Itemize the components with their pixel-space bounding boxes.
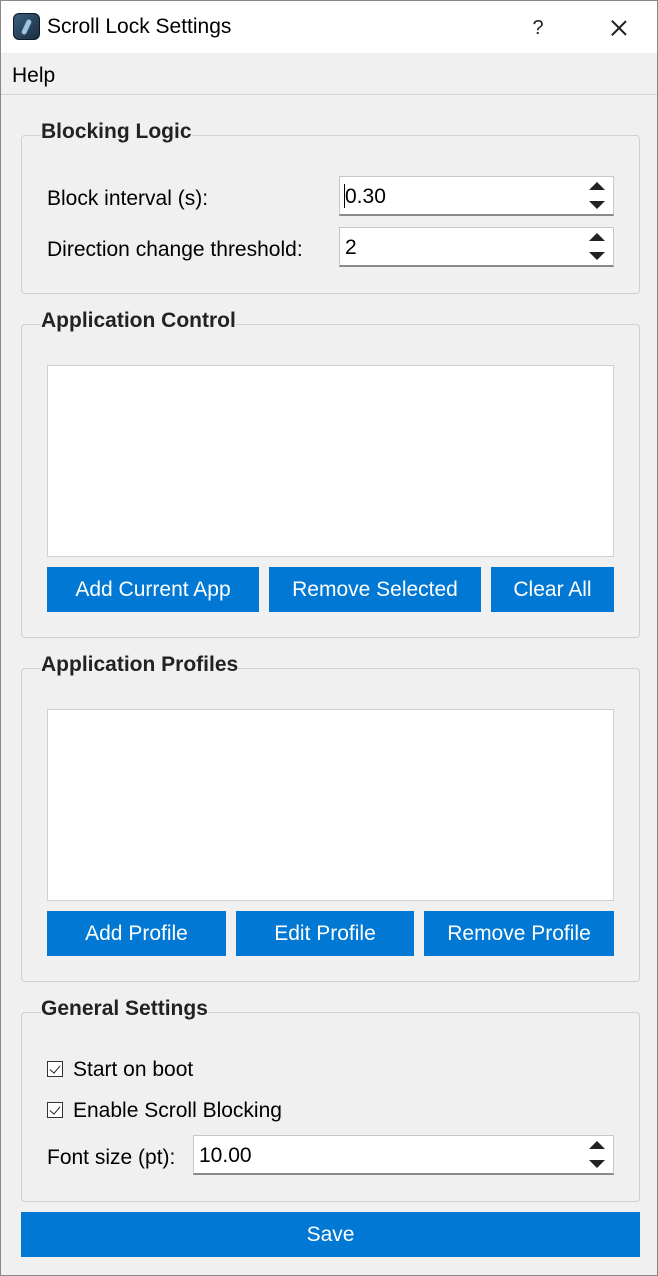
start-on-boot-checkbox[interactable] — [47, 1061, 63, 1077]
edit-profile-button[interactable]: Edit Profile — [236, 911, 414, 956]
application-profiles-title: Application Profiles — [41, 653, 239, 677]
help-button[interactable]: ? — [521, 11, 555, 45]
font-size-spinbox[interactable]: 10.00 — [193, 1135, 614, 1175]
save-button[interactable]: Save — [21, 1212, 640, 1257]
application-list[interactable] — [47, 365, 614, 557]
remove-selected-button[interactable]: Remove Selected — [269, 567, 481, 612]
font-size-value[interactable]: 10.00 — [199, 1144, 252, 1168]
application-control-title: Application Control — [41, 309, 236, 333]
decrement-arrow-icon[interactable] — [589, 252, 605, 260]
settings-window: Scroll Lock Settings ? Help Blocking Log… — [0, 0, 658, 1276]
font-size-stepper[interactable] — [583, 1138, 611, 1172]
window-title: Scroll Lock Settings — [47, 15, 232, 38]
profile-list[interactable] — [47, 709, 614, 901]
block-interval-spinbox[interactable]: 0.30 — [339, 176, 614, 216]
title-bar[interactable]: Scroll Lock Settings ? — [1, 1, 657, 53]
increment-arrow-icon[interactable] — [589, 1141, 605, 1149]
enable-scroll-blocking-checkbox[interactable] — [47, 1102, 63, 1118]
decrement-arrow-icon[interactable] — [589, 1160, 605, 1168]
decrement-arrow-icon[interactable] — [589, 201, 605, 209]
increment-arrow-icon[interactable] — [589, 182, 605, 190]
add-profile-button[interactable]: Add Profile — [47, 911, 226, 956]
remove-profile-button[interactable]: Remove Profile — [424, 911, 614, 956]
direction-threshold-label: Direction change threshold: — [47, 238, 303, 261]
menu-bar: Help — [1, 53, 657, 95]
scroll-lock-app-icon — [13, 13, 40, 40]
clear-all-button[interactable]: Clear All — [491, 567, 614, 612]
direction-threshold-spinbox[interactable]: 2 — [339, 227, 614, 267]
start-on-boot-label[interactable]: Start on boot — [73, 1058, 193, 1082]
direction-threshold-value[interactable]: 2 — [345, 236, 357, 260]
blocking-logic-title: Blocking Logic — [41, 120, 192, 144]
add-current-app-button[interactable]: Add Current App — [47, 567, 259, 612]
block-interval-stepper[interactable] — [583, 179, 611, 213]
font-size-label: Font size (pt): — [47, 1146, 176, 1169]
block-interval-label: Block interval (s): — [47, 187, 209, 210]
general-settings-title: General Settings — [41, 997, 208, 1021]
close-button[interactable] — [599, 11, 639, 45]
block-interval-value[interactable]: 0.30 — [345, 185, 386, 209]
direction-threshold-stepper[interactable] — [583, 230, 611, 264]
enable-scroll-blocking-label[interactable]: Enable Scroll Blocking — [73, 1099, 282, 1123]
menu-help[interactable]: Help — [12, 64, 55, 88]
increment-arrow-icon[interactable] — [589, 233, 605, 241]
